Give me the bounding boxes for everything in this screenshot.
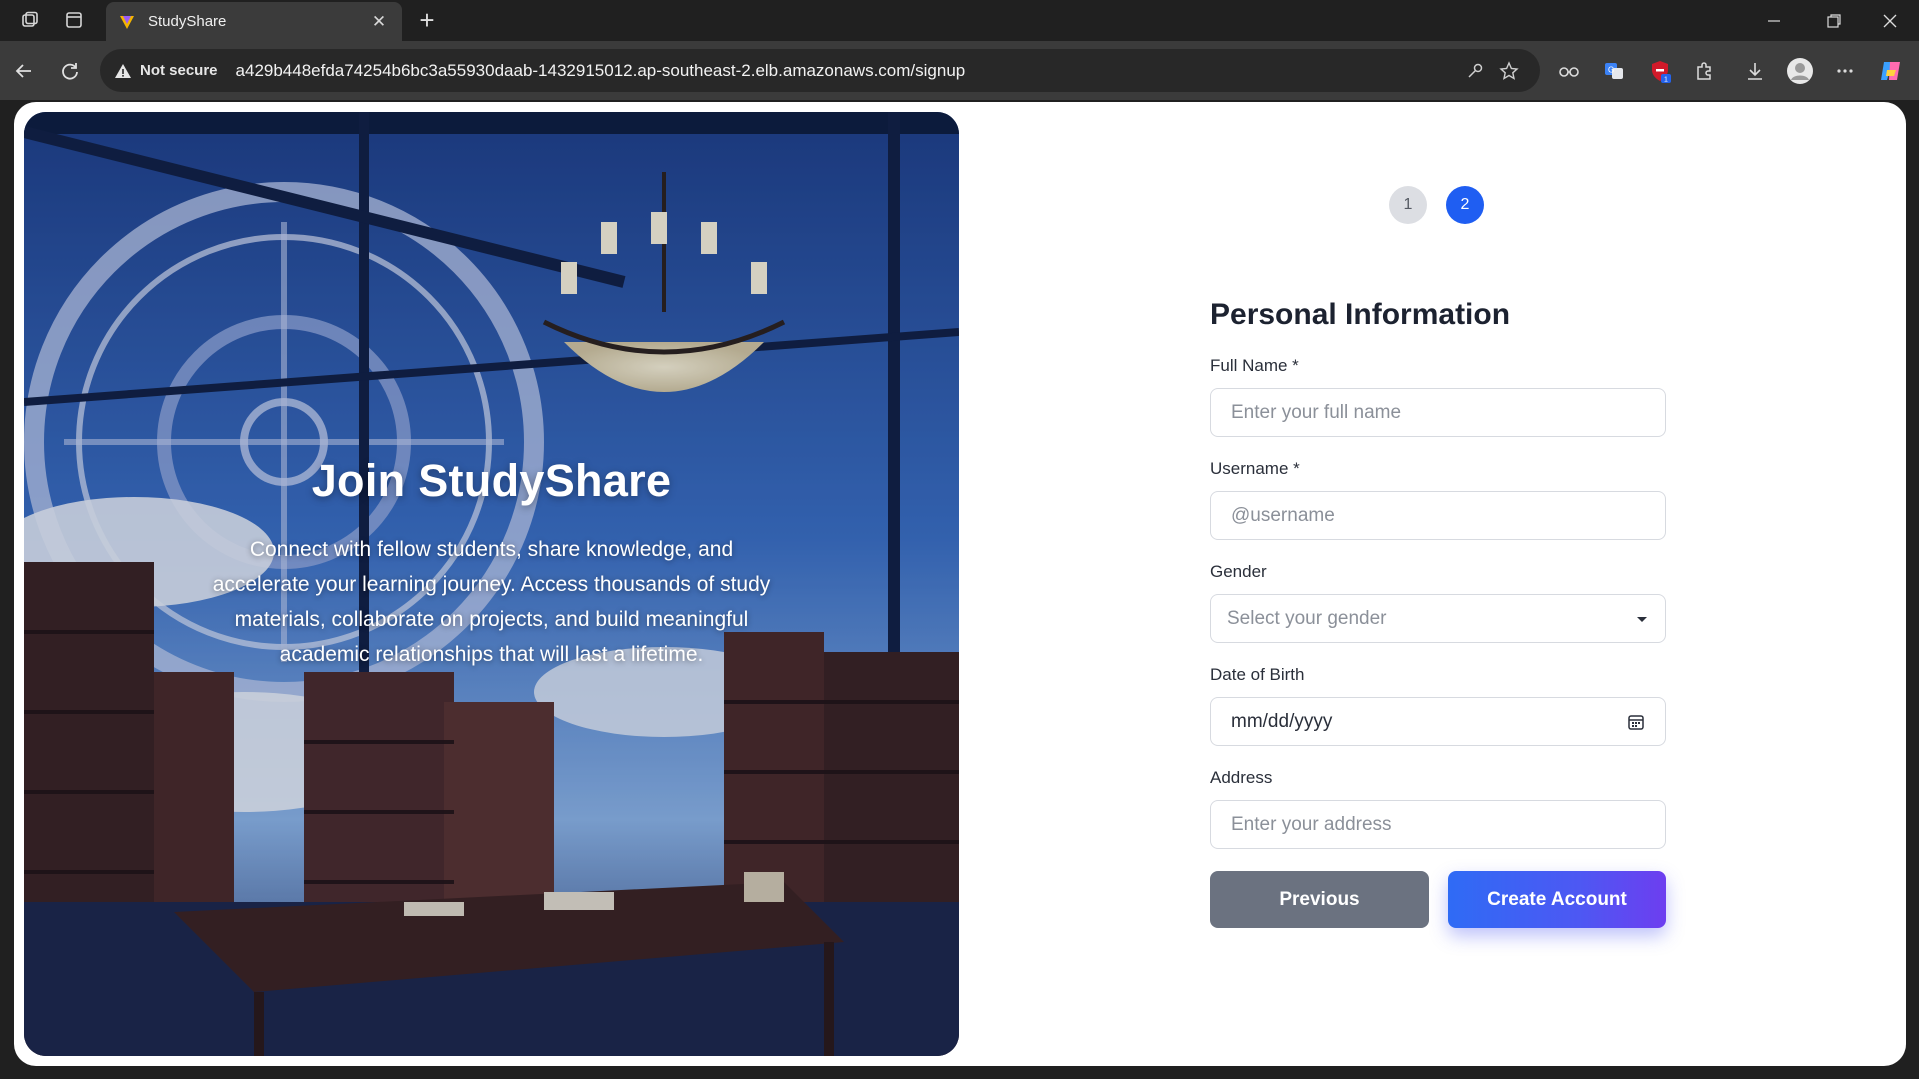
gender-selected-value: Select your gender [1227,607,1387,629]
dob-label: Date of Birth [1210,665,1305,684]
svg-text:G: G [1608,66,1614,75]
username-field[interactable] [1210,491,1666,540]
url-text[interactable]: a429b448efda74254b6bc3a55930daab-1432915… [236,61,1458,81]
hero-title: Join StudyShare [311,455,672,506]
browser-tab[interactable]: StudyShare ✕ [106,2,402,41]
minimize-icon[interactable] [1744,0,1804,41]
page-viewport: Join StudyShare Connect with fellow stud… [14,102,1906,1066]
close-window-icon[interactable] [1860,0,1919,41]
profile-avatar-icon[interactable] [1782,53,1818,89]
copilot-icon[interactable] [1873,53,1909,89]
hero-panel: Join StudyShare Connect with fellow stud… [24,112,959,1056]
address-field[interactable] [1210,800,1666,849]
workspaces-icon[interactable] [14,6,46,34]
new-tab-button[interactable]: + [412,6,442,36]
username-label: Username * [1210,459,1300,478]
dob-input[interactable]: mm/dd/yyyy [1210,697,1666,746]
gender-select[interactable]: Select your gender [1210,594,1666,643]
reading-glasses-icon[interactable] [1551,53,1587,89]
address-bar[interactable]: Not secure a429b448efda74254b6bc3a55930d… [100,49,1540,92]
dob-value: mm/dd/yyyy [1231,710,1333,732]
back-icon[interactable] [6,53,42,89]
address-input[interactable] [1231,813,1645,836]
step-2[interactable]: 2 [1446,186,1484,224]
chevron-down-icon [1637,616,1647,622]
hero-description: Connect with fellow students, share know… [212,538,771,666]
previous-button[interactable]: Previous [1210,871,1429,928]
warning-icon [115,63,131,78]
calendar-icon[interactable] [1627,713,1645,731]
address-label: Address [1210,768,1273,787]
close-tab-icon[interactable]: ✕ [368,12,390,32]
translate-icon[interactable]: G [1596,53,1632,89]
vertical-tabs-icon[interactable] [58,6,90,34]
full-name-label: Full Name * [1210,356,1299,375]
gender-label: Gender [1210,562,1267,581]
form-actions: Previous Create Account [1210,871,1666,928]
full-name-input[interactable] [1231,401,1645,424]
username-input[interactable] [1231,504,1645,527]
step-indicator: 1 2 [1389,186,1484,224]
form-title: Personal Information [1210,298,1511,331]
downloads-icon[interactable] [1737,53,1773,89]
favorite-star-icon[interactable] [1492,54,1526,88]
blocker-extension-icon[interactable]: 1 [1642,53,1678,89]
tab-title: StudyShare [148,13,227,30]
extension-badge-count: 1 [1664,77,1668,84]
studyshare-favicon-icon [120,15,134,29]
browser-toolbar: Not secure a429b448efda74254b6bc3a55930d… [0,41,1919,100]
create-account-button[interactable]: Create Account [1448,871,1666,928]
step-1[interactable]: 1 [1389,186,1427,224]
refresh-icon[interactable] [52,53,88,89]
key-icon[interactable] [1458,54,1492,88]
full-name-field[interactable] [1210,388,1666,437]
browser-titlebar: StudyShare ✕ + [0,0,1919,41]
security-status[interactable]: Not secure [140,62,218,79]
personal-info-form: Personal Information Full Name * Usernam… [1210,298,1666,928]
more-options-icon[interactable] [1827,53,1863,89]
restore-icon[interactable] [1804,0,1864,41]
extensions-puzzle-icon[interactable] [1686,53,1722,89]
